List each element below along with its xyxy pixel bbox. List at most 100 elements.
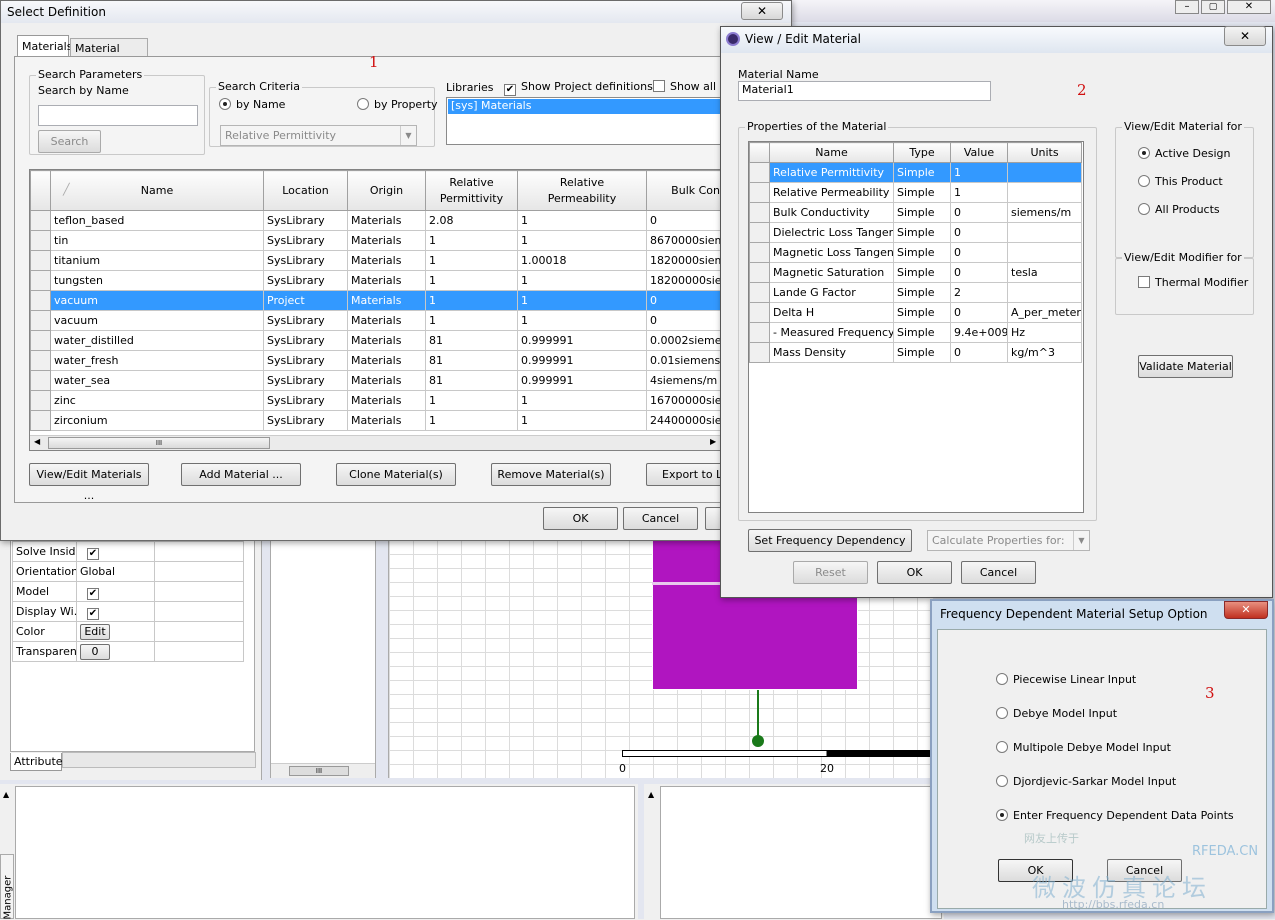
thermal-modifier-checkbox[interactable]: Thermal Modifier bbox=[1138, 276, 1248, 289]
property-row[interactable]: Magnetic Saturation Simple 0 tesla bbox=[749, 262, 1082, 283]
property-value[interactable]: Edit bbox=[76, 621, 155, 642]
horizontal-scrollbar[interactable]: III bbox=[271, 763, 375, 778]
property-cell[interactable]: 0 bbox=[950, 202, 1008, 223]
checkbox-icon[interactable]: ✔ bbox=[87, 607, 99, 620]
property-value[interactable]: 0 bbox=[76, 641, 155, 662]
scroll-right-icon[interactable]: ▶ bbox=[710, 437, 716, 446]
column-header-location[interactable]: Location bbox=[263, 170, 348, 211]
property-row[interactable]: Mass Density Simple 0 kg/m^3 bbox=[749, 342, 1082, 363]
table-row[interactable]: vacuum SysLibrary Materials 1 1 0 bbox=[30, 310, 722, 331]
column-header-type[interactable]: Type bbox=[893, 142, 951, 163]
column-header-bulk-conductivity[interactable]: Bulk Conduc bbox=[646, 170, 722, 211]
property-row[interactable]: Magnetic Loss Tangent Simple 0 bbox=[749, 242, 1082, 263]
table-row[interactable]: water_sea SysLibrary Materials 81 0.999991 4s… bbox=[30, 370, 722, 391]
property-row[interactable]: Delta H Simple 0 A_per_meter bbox=[749, 302, 1082, 323]
frequency-option-radio[interactable]: Debye Model Input bbox=[996, 707, 1117, 720]
close-icon[interactable]: ✕ bbox=[1227, 0, 1271, 14]
row-header[interactable] bbox=[30, 290, 51, 311]
ok-button[interactable]: OK bbox=[877, 561, 952, 584]
table-row[interactable]: titanium SysLibrary Materials 1 1.00018 18200… bbox=[30, 250, 722, 271]
property-row[interactable]: Bulk Conductivity Simple 0 siemens/m bbox=[749, 202, 1082, 223]
table-row[interactable]: vacuum Project Materials 1 1 0 bbox=[30, 290, 722, 311]
table-row[interactable]: tungsten SysLibrary Materials 1 1 18200000sie… bbox=[30, 270, 722, 291]
row-header[interactable] bbox=[749, 182, 770, 203]
table-row[interactable]: zincSysLibraryMaterials1116700000siem bbox=[30, 390, 722, 411]
side-tab[interactable]: Manager bbox=[0, 854, 14, 920]
row-header[interactable] bbox=[30, 370, 51, 391]
row-header[interactable] bbox=[30, 250, 51, 271]
table-row[interactable]: tinSysLibraryMaterials118670000siemens bbox=[30, 230, 722, 251]
clone-materials-button[interactable]: Clone Material(s) bbox=[336, 463, 456, 486]
table-row[interactable]: teflon_based SysLibrary Materials 2.08 1 0 bbox=[30, 210, 722, 231]
property-row[interactable]: Dielectric Loss Tangent Simple 0 bbox=[749, 222, 1082, 243]
ok-button[interactable]: OK bbox=[998, 859, 1073, 882]
property-value[interactable]: ✔ bbox=[76, 601, 155, 622]
row-header[interactable] bbox=[30, 230, 51, 251]
row-header[interactable] bbox=[30, 410, 51, 431]
column-header-permittivity[interactable]: Relative Permittivity bbox=[425, 170, 518, 211]
materials-horizontal-scrollbar[interactable]: ◀ III ▶ bbox=[30, 435, 722, 450]
column-header-permeability[interactable]: Relative Permeability bbox=[517, 170, 647, 211]
property-row[interactable]: Relative Permeability Simple 1 bbox=[749, 182, 1082, 203]
property-cell[interactable]: 1 bbox=[950, 162, 1008, 183]
cancel-button[interactable]: Cancel bbox=[1107, 859, 1182, 882]
row-header[interactable] bbox=[749, 282, 770, 303]
property-row[interactable]: - Measured Frequency Simple 9.4e+009 Hz bbox=[749, 322, 1082, 343]
remove-materials-button[interactable]: Remove Material(s) bbox=[491, 463, 611, 486]
checkbox-icon[interactable]: ✔ bbox=[87, 547, 99, 560]
row-header[interactable] bbox=[30, 330, 51, 351]
show-all-checkbox[interactable]: Show all li bbox=[653, 80, 726, 93]
column-header-name[interactable]: Name bbox=[769, 142, 894, 163]
table-row[interactable]: zirconium SysLibrary Materials 1 1 24400000si… bbox=[30, 410, 722, 431]
reset-button[interactable]: Reset bbox=[793, 561, 868, 584]
row-header[interactable] bbox=[749, 242, 770, 263]
property-cell[interactable]: 0 bbox=[950, 262, 1008, 283]
cancel-button[interactable]: Cancel bbox=[961, 561, 1036, 584]
row-header[interactable] bbox=[749, 162, 770, 183]
table-row[interactable]: water_distilled SysLibrary Materials 81 0.99… bbox=[30, 330, 722, 351]
for-option-radio[interactable]: All Products bbox=[1138, 203, 1220, 216]
cancel-button[interactable]: Cancel bbox=[623, 507, 698, 530]
scroll-left-icon[interactable]: ◀ bbox=[34, 437, 40, 446]
column-header-origin[interactable]: Origin bbox=[347, 170, 426, 211]
property-value[interactable]: ✔ bbox=[76, 581, 155, 602]
row-header[interactable] bbox=[30, 210, 51, 231]
frequency-option-radio[interactable]: Piecewise Linear Input bbox=[996, 673, 1136, 686]
minimize-icon[interactable]: – bbox=[1175, 0, 1199, 14]
libraries-list[interactable]: [sys] Materials bbox=[446, 97, 724, 145]
library-item[interactable]: [sys] Materials bbox=[448, 99, 724, 114]
search-name-input[interactable] bbox=[38, 105, 198, 126]
column-header-value[interactable]: Value bbox=[950, 142, 1008, 163]
radio-by-name[interactable]: by Name bbox=[219, 98, 285, 111]
property-value[interactable]: ✔ bbox=[76, 541, 155, 562]
checkbox-icon[interactable]: ✔ bbox=[87, 587, 99, 600]
property-cell[interactable]: 2 bbox=[950, 282, 1008, 303]
for-option-radio[interactable]: This Product bbox=[1138, 175, 1223, 188]
row-header[interactable] bbox=[749, 262, 770, 283]
row-header[interactable] bbox=[30, 310, 51, 331]
property-row[interactable]: Relative Permittivity Simple 1 bbox=[749, 162, 1082, 183]
tab-materials[interactable]: Materials bbox=[17, 35, 72, 57]
property-cell[interactable]: 0 bbox=[950, 302, 1008, 323]
close-button[interactable]: ✕ bbox=[1224, 601, 1268, 619]
calculate-properties-select[interactable]: Calculate Properties for: ▼ bbox=[927, 530, 1090, 551]
view-edit-materials-button[interactable]: View/Edit Materials ... bbox=[29, 463, 149, 502]
property-value[interactable]: Global bbox=[76, 561, 155, 582]
frequency-option-radio[interactable]: Djordjevic-Sarkar Model Input bbox=[996, 775, 1176, 788]
table-row[interactable]: water_fresh SysLibrary Materials 81 0.999991… bbox=[30, 350, 722, 371]
show-project-checkbox[interactable]: ✔ Show Project definitions bbox=[504, 80, 653, 96]
pin-icon[interactable]: ▲ bbox=[3, 790, 9, 799]
pin-icon-2[interactable]: ▲ bbox=[648, 790, 654, 799]
property-button[interactable]: Edit bbox=[80, 623, 110, 640]
property-cell[interactable]: 1 bbox=[950, 182, 1008, 203]
row-header[interactable] bbox=[749, 302, 770, 323]
property-cell[interactable]: 0 bbox=[950, 242, 1008, 263]
property-select[interactable]: Relative Permittivity ▼ bbox=[220, 125, 417, 146]
radio-by-property[interactable]: by Property bbox=[357, 98, 438, 111]
validate-material-button[interactable]: Validate Material bbox=[1138, 355, 1233, 378]
row-header[interactable] bbox=[749, 222, 770, 243]
column-header-units[interactable]: Units bbox=[1007, 142, 1082, 163]
attribute-tab[interactable]: Attribute bbox=[10, 753, 63, 771]
maximize-icon[interactable]: ▢ bbox=[1201, 0, 1225, 14]
column-header-name[interactable]: ╱ Name bbox=[50, 170, 264, 211]
